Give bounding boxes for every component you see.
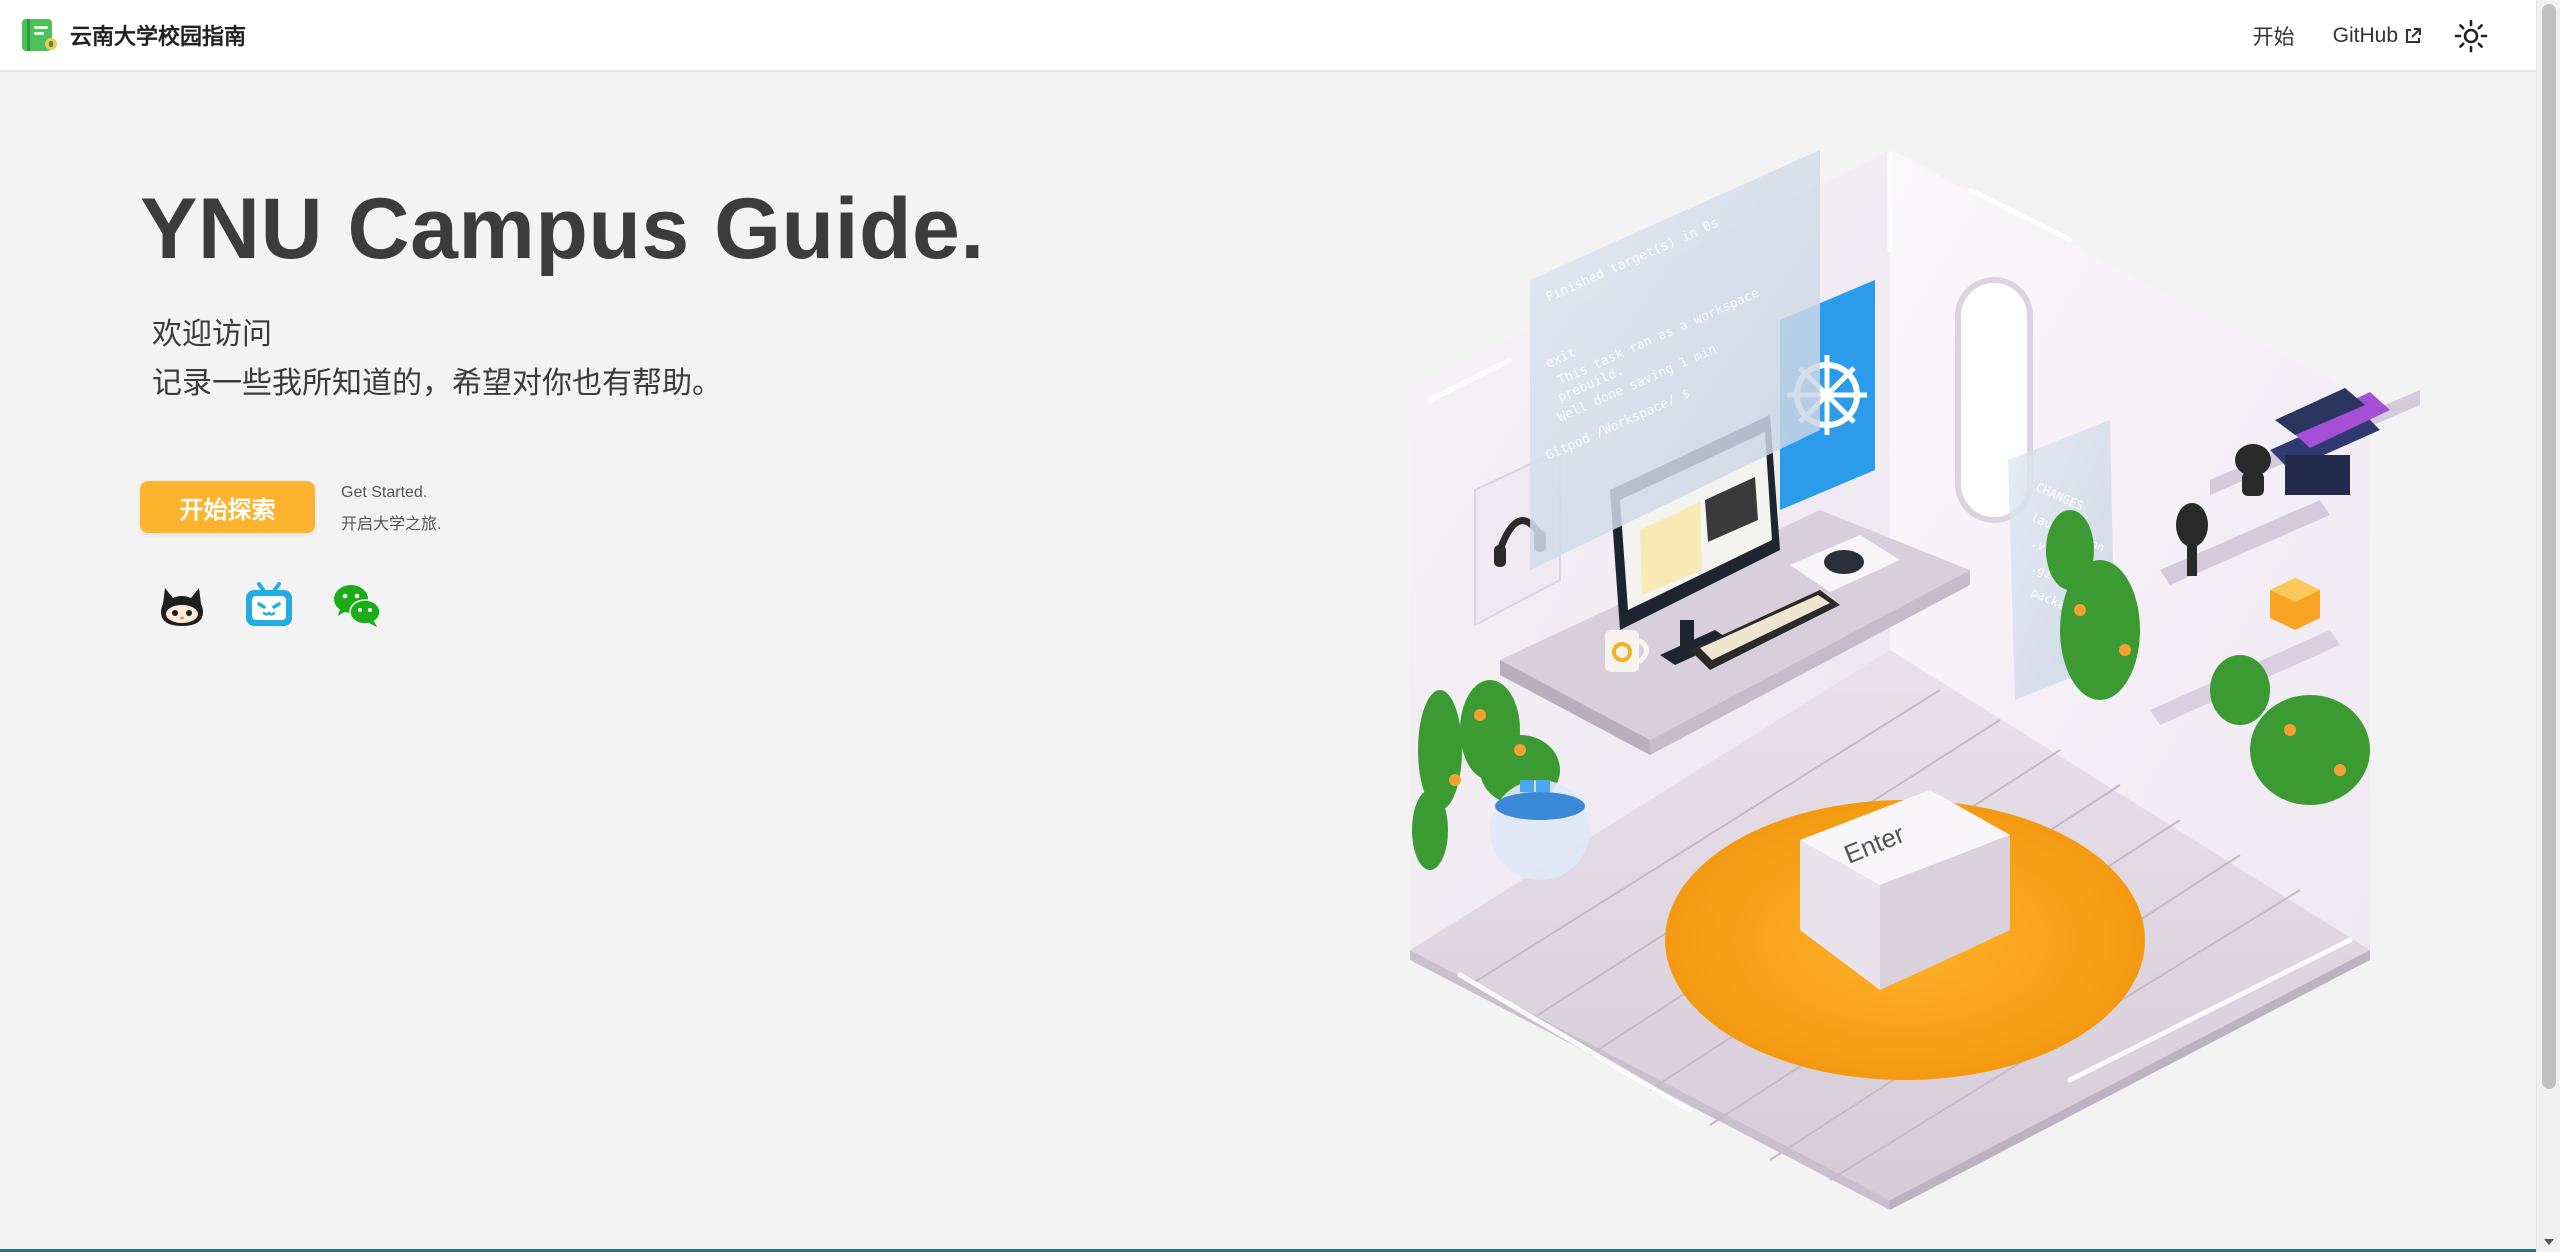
nav-link-start[interactable]: 开始	[2253, 21, 2295, 51]
isometric-room-illustration: Finished target(s) in 0s exit This task …	[1410, 150, 2420, 1210]
vertical-scrollbar[interactable]	[2536, 0, 2560, 1252]
nav-link-start-label: 开始	[2252, 26, 2295, 49]
site-title: 云南大学校园指南	[70, 24, 247, 49]
nav-link-github[interactable]: GitHub	[2333, 24, 2422, 48]
hero-title: YNU Campus Guide.	[140, 181, 985, 277]
github-icon[interactable]	[155, 578, 209, 632]
scroll-down-icon[interactable]	[2543, 1236, 2555, 1248]
nav-link-github-label: GitHub	[2332, 24, 2398, 47]
external-link-icon	[2406, 28, 2421, 43]
navbar: 云南大学校园指南 开始 GitHub	[0, 0, 2536, 72]
sun-icon[interactable]	[2454, 19, 2488, 53]
start-explore-button[interactable]: 开始探索	[140, 481, 315, 533]
book-logo-icon	[22, 19, 57, 51]
get-started-note: Get Started.	[341, 484, 428, 501]
hero-subtitle-description: 记录一些我所知道的，希望对你也有帮助。	[152, 367, 722, 400]
start-journey-note: 开启大学之旅.	[341, 516, 442, 533]
bilibili-icon[interactable]	[242, 578, 296, 632]
scrollbar-thumb[interactable]	[2542, 4, 2556, 1089]
wechat-icon[interactable]	[330, 578, 384, 632]
hero-subtitle-welcome: 欢迎访问	[152, 318, 272, 351]
brand-link[interactable]: 云南大学校园指南	[20, 16, 246, 54]
